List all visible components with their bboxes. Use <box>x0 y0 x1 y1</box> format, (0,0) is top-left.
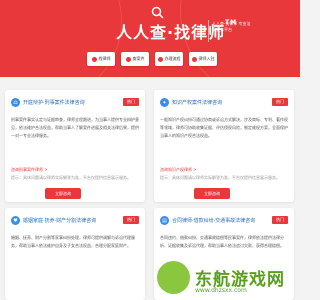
card-note: 提示：具体问题请以律师实际解答为准，平台仅提供信息展示服务。 <box>160 175 280 180</box>
bulb-icon: ✦ <box>160 98 169 107</box>
card-header: ♥ 婚姻家庭·抚养·财产分割法律咨询 热门 <box>11 216 139 226</box>
nav-label: 找律师 <box>98 56 111 61</box>
card-description: 一般知识产权纠纷可通过协商或诉讼方式解决，涉及商标、专利、著作权等领域，律师可协… <box>160 117 288 138</box>
card-header: ⚖ 开庭辩护·刑事案件法律咨询 热门 <box>11 98 139 108</box>
card-description: 刑事案件事实认定与证据审查，律师全程跟进，为当事人提供专业辩护意见，依法维护合法… <box>11 117 139 138</box>
service-card: ♥ 婚姻家庭·抚养·财产分割法律咨询 热门 婚姻、抚养、财产分割等家事纠纷处理，… <box>5 208 145 300</box>
card-note: 提示：具体问题请以律师实际解答为准，平台仅提供信息展示服务。 <box>11 175 131 180</box>
card-title[interactable]: 合同律师·借款纠纷·交通事故法律咨询 <box>172 217 255 224</box>
card-title[interactable]: 开庭辩护·刑事案件法律咨询 <box>23 99 85 106</box>
nav-label: 查案件 <box>132 56 145 61</box>
service-card: ✦ 知识产权案件法律咨询 热门 一般知识产权纠纷可通过协商或诉讼方式解决，涉及商… <box>154 90 294 202</box>
card-link[interactable]: 咨询刑事案件律师 > <box>11 167 48 173</box>
nav-lawyer-join[interactable]: 律师入驻 <box>189 52 217 66</box>
hot-badge: 热门 <box>272 216 288 224</box>
card-header: ▤ 合同律师·借款纠纷·交通事故法律咨询 热门 <box>160 216 288 226</box>
brand-slogan: 人人查·找律师 专业法律服务平台 <box>212 21 251 32</box>
main-nav: 找律师 查案件 办理流程 律师入驻 <box>87 52 217 66</box>
card-actions: 立即咨询 <box>194 188 230 199</box>
header-banner: 人人查·找律师TM 人人查·找律师 专业法律服务平台 找律师 查案件 办理流程 … <box>0 0 300 77</box>
nav-search-case[interactable]: 查案件 <box>121 52 149 66</box>
watermark-url: www.dhzsxx.com <box>195 287 247 294</box>
hot-badge: 热门 <box>123 216 139 224</box>
card-header: ✦ 知识产权案件法律咨询 热门 <box>160 98 288 108</box>
nav-label: 律师入驻 <box>198 56 215 61</box>
consult-button[interactable]: 立即咨询 <box>194 188 230 199</box>
site-watermark: 东航游戏网 www.dhzsxx.com <box>157 261 300 300</box>
nav-process[interactable]: 办理流程 <box>155 52 183 66</box>
list-icon <box>157 56 163 62</box>
watermark-logo-icon <box>157 261 190 294</box>
consult-button[interactable]: 立即咨询 <box>45 188 81 199</box>
heart-icon: ♥ <box>11 216 20 225</box>
hot-badge: 热门 <box>123 98 139 106</box>
card-description: 合同违约、借款纠纷、交通事故赔偿等民事案件，律师依法提供法律分析、证据收集及诉讼… <box>160 235 284 248</box>
magnifier-logo-icon <box>151 6 164 19</box>
user-plus-icon <box>191 56 197 62</box>
person-icon <box>91 56 97 62</box>
hot-badge: 热门 <box>272 98 288 106</box>
card-link[interactable]: 咨询知识产权律师 > <box>160 167 197 173</box>
nav-find-lawyer[interactable]: 找律师 <box>87 52 115 66</box>
scale-icon: ⚖ <box>11 98 20 107</box>
logo-divider <box>208 20 209 42</box>
card-description: 婚姻、抚养、财产分割等家事纠纷处理，律师可提供调解与诉讼代理服务，帮助当事人依法… <box>11 235 135 248</box>
card-title[interactable]: 知识产权案件法律咨询 <box>172 99 222 106</box>
doc-icon: ▤ <box>160 216 169 225</box>
card-title[interactable]: 婚姻家庭·抚养·财产分割法律咨询 <box>23 217 96 224</box>
card-actions: 立即咨询 <box>45 188 81 199</box>
nav-label: 办理流程 <box>164 56 181 61</box>
service-card: ⚖ 开庭辩护·刑事案件法律咨询 热门 刑事案件事实认定与证据审查，律师全程跟进，… <box>5 90 145 202</box>
search-icon <box>125 56 131 62</box>
